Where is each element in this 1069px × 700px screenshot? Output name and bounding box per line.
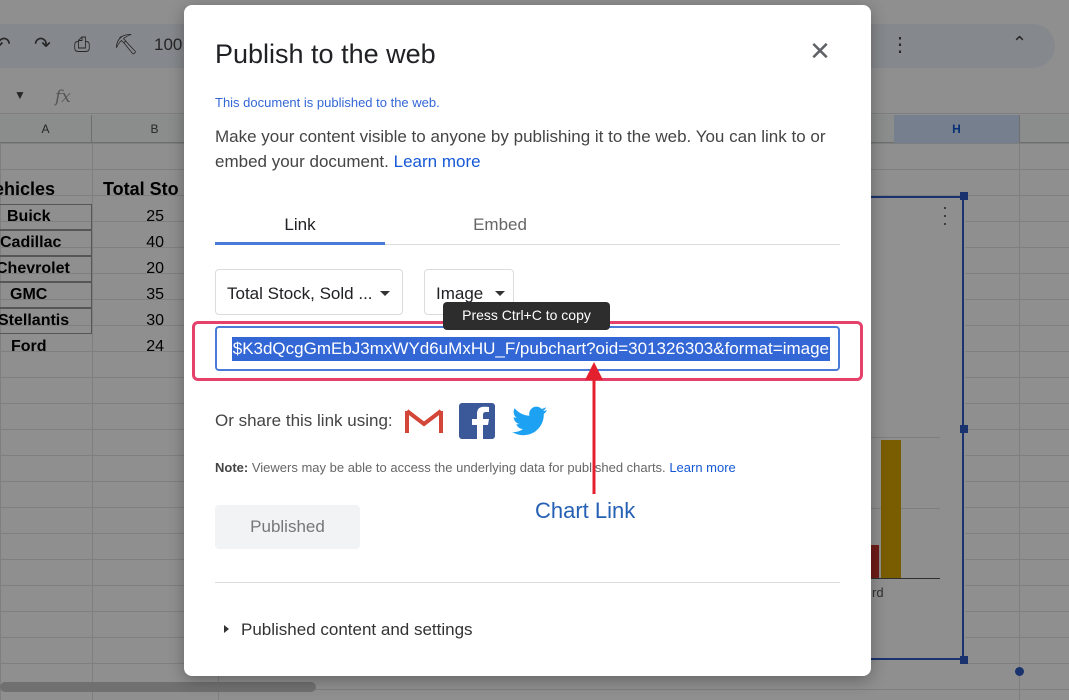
published-status: This document is published to the web. [215, 95, 440, 110]
note-learn-more-link[interactable]: Learn more [669, 460, 735, 475]
note-text: Note: Viewers may be able to access the … [215, 460, 736, 475]
note-body: Viewers may be able to access the underl… [251, 460, 666, 475]
published-settings-expander[interactable]: Published content and settings [224, 620, 473, 640]
divider [215, 582, 840, 583]
tab-link[interactable]: Link [215, 215, 385, 245]
publish-tabs: Link Embed [215, 205, 840, 245]
facebook-icon[interactable] [458, 403, 496, 439]
chart-select[interactable]: Total Stock, Sold ... [215, 269, 403, 315]
twitter-icon[interactable] [511, 403, 549, 439]
published-button[interactable]: Published [215, 505, 360, 549]
description-text: Make your content visible to anyone by p… [215, 127, 826, 171]
published-url-text: $K3dQcgGmEbJ3mxWYd6uMxHU_F/pubchart?oid=… [231, 337, 830, 361]
chevron-down-icon [495, 291, 505, 296]
published-url-input[interactable]: $K3dQcgGmEbJ3mxWYd6uMxHU_F/pubchart?oid=… [215, 326, 840, 371]
format-select-value: Image [436, 284, 484, 303]
triangle-right-icon [224, 625, 229, 633]
publish-dialog: Publish to the web ✕ This document is pu… [184, 5, 871, 676]
expander-label: Published content and settings [241, 620, 473, 639]
note-label: Note: [215, 460, 249, 475]
chart-select-value: Total Stock, Sold ... [227, 284, 373, 303]
gmail-icon[interactable] [405, 403, 443, 439]
annotation-label: Chart Link [535, 498, 636, 523]
chevron-down-icon [380, 291, 390, 296]
close-icon[interactable]: ✕ [808, 38, 832, 64]
dialog-description: Make your content visible to anyone by p… [215, 124, 845, 174]
copy-tooltip: Press Ctrl+C to copy [443, 302, 610, 330]
tab-embed[interactable]: Embed [415, 215, 585, 245]
learn-more-link[interactable]: Learn more [394, 152, 481, 171]
share-label: Or share this link using: [215, 411, 393, 430]
dialog-title: Publish to the web [215, 39, 436, 69]
